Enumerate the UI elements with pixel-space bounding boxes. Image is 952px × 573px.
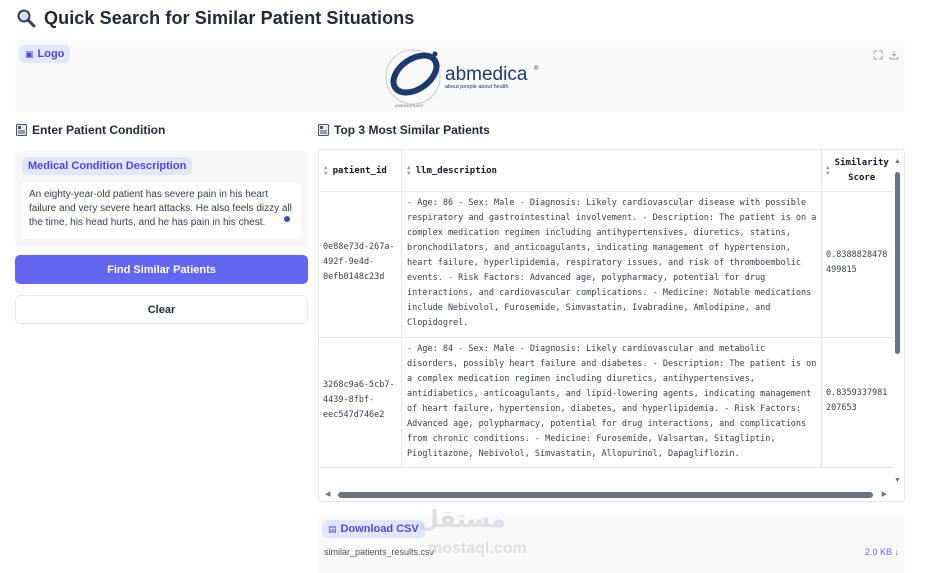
cell-patient-id: 3268c9a6-5cb7- 4439-8fbf- eec547d746e2	[323, 380, 395, 420]
cursor-dot	[284, 216, 290, 222]
scroll-left-arrow-icon[interactable]: ◀	[325, 491, 330, 498]
horizontal-scroll-thumb[interactable]	[338, 492, 873, 498]
form-panel-icon	[16, 124, 27, 136]
vertical-scroll-thumb[interactable]	[895, 172, 900, 354]
watermark-logo: مستقل	[418, 506, 506, 533]
download-arrow-icon: ↓	[894, 547, 900, 557]
scroll-right-arrow-icon[interactable]: ▶	[882, 491, 887, 498]
fullscreen-icon[interactable]	[873, 47, 883, 60]
logo-brand-name: abmedica	[445, 64, 528, 85]
condition-textarea[interactable]: An eighty-year-old patient has severe pa…	[22, 182, 301, 239]
download-file-name[interactable]: similar_patients_results.csv	[324, 547, 434, 557]
magnifier-icon	[16, 8, 36, 28]
file-icon: ▤	[328, 523, 337, 534]
condition-input-block: Medical Condition Description An eighty-…	[15, 151, 308, 247]
condition-field-label: Medical Condition Description	[22, 157, 193, 175]
cell-similarity-score: 0.8388828478 499815	[826, 250, 888, 275]
column-header-llm-description[interactable]: ▲ ▼ llm_description	[407, 150, 497, 192]
table-row[interactable]: 0e88e73d-267a- 492f-9e4d- 0efb0148c23d -…	[319, 192, 893, 338]
download-image-icon[interactable]	[889, 47, 899, 60]
download-file-size[interactable]: 2.0 KB ↓	[865, 547, 899, 557]
table-row[interactable]: 3268c9a6-5cb7- 4439-8fbf- eec547d746e2 -…	[319, 338, 893, 468]
table-header: ▲ ▼ patient_id ▲ ▼ llm_description ▲ ▼ Simi…	[319, 150, 893, 192]
input-section-title: Enter Patient Condition	[32, 123, 166, 137]
table-panel-icon	[318, 124, 329, 136]
download-panel: ▤ Download CSV similar_patients_results.…	[318, 516, 905, 573]
sort-icon: ▲ ▼	[826, 164, 830, 177]
sort-icon: ▲ ▼	[407, 164, 411, 177]
cell-similarity-score: 0.8359337981 207653	[826, 388, 888, 413]
page-header: Quick Search for Similar Patient Situati…	[16, 6, 414, 30]
horizontal-scrollbar[interactable]: ◀ ▶	[325, 490, 887, 499]
logo-label-chip: ▣ Logo	[19, 45, 71, 63]
logo-label: Logo	[37, 48, 65, 60]
page-title: Quick Search for Similar Patient Situati…	[44, 7, 415, 28]
cell-patient-id: 0e88e73d-267a- 492f-9e4d- 0efb0148c23d	[323, 242, 395, 282]
results-section-title: Top 3 Most Similar Patients	[334, 123, 490, 137]
download-file-row[interactable]: similar_patients_results.csv 2.0 KB ↓	[324, 547, 899, 557]
image-icon: ▣	[25, 48, 34, 59]
download-csv-label: ▤ Download CSV	[322, 520, 425, 538]
column-header-similarity-score[interactable]: ▲ ▼ Similarity Score	[826, 150, 889, 192]
scroll-down-arrow-icon[interactable]: ▼	[894, 477, 901, 484]
scroll-up-arrow-icon[interactable]: ▲	[894, 158, 901, 165]
logo-tagline: about people about health	[445, 84, 509, 90]
input-section-heading: Enter Patient Condition	[16, 123, 165, 137]
results-table: ▲ ▼ patient_id ▲ ▼ llm_description ▲ ▼ Simi…	[318, 149, 905, 502]
column-header-patient-id[interactable]: ▲ ▼ patient_id	[324, 150, 387, 192]
sort-icon: ▲ ▼	[324, 164, 328, 177]
condition-text-value: An eighty-year-old patient has severe pa…	[29, 189, 292, 228]
cell-llm-description: - Age: 86 - Sex: Male - Diagnosis: Likel…	[407, 198, 817, 328]
abmedica-logo: ANNIVERSARY abmedica ® about people abou…	[385, 49, 539, 108]
watermark-url: mostaql.com	[428, 540, 527, 557]
logo-ring-text: ANNIVERSARY	[395, 103, 424, 108]
results-section-heading: Top 3 Most Similar Patients	[318, 123, 490, 137]
logo-panel: ▣ Logo ANNIVERSARY abmedica ® about peop…	[15, 41, 905, 112]
logo-registered-mark: ®	[534, 65, 539, 72]
find-similar-patients-button[interactable]: Find Similar Patients	[15, 255, 308, 284]
cell-llm-description: - Age: 84 - Sex: Male - Diagnosis: Likel…	[407, 344, 817, 459]
vertical-scrollbar[interactable]: ▲ ▼	[894, 158, 901, 484]
clear-button[interactable]: Clear	[15, 295, 308, 324]
